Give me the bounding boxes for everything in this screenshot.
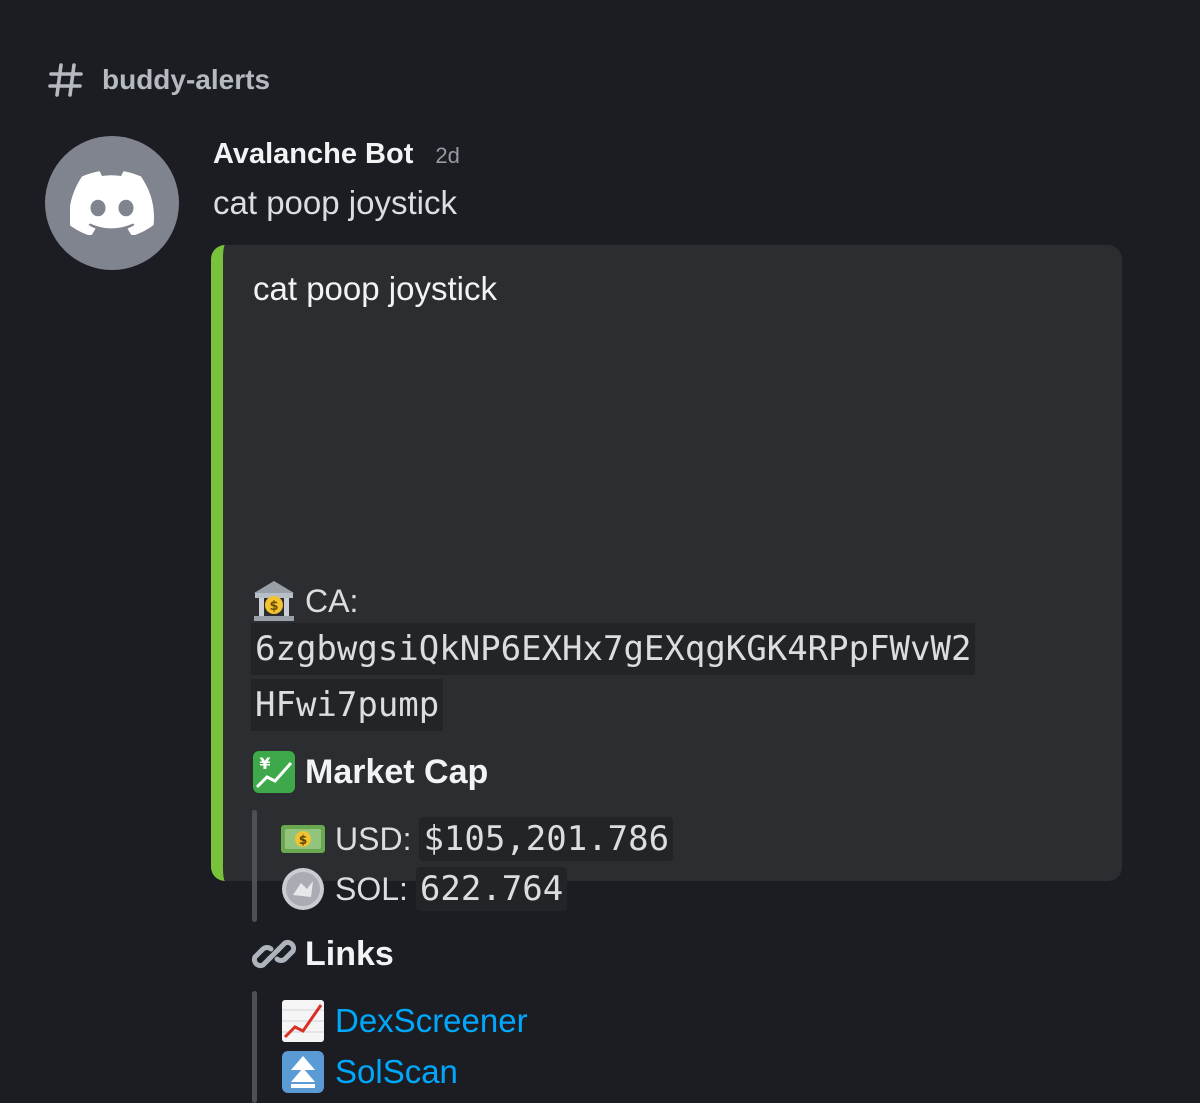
links-heading: Links [251,931,394,977]
chart-increasing-icon [282,1000,324,1042]
ca-row: $ CA: [251,578,358,624]
solscan-link[interactable]: SolScan [335,1053,458,1091]
double-up-arrow-icon [282,1051,324,1093]
market-cap-heading: ¥ Market Cap [251,749,488,795]
message-content: cat poop joystick [213,184,457,221]
solscan-row: SolScan [279,1048,458,1096]
svg-text:¥: ¥ [259,754,270,773]
sol-value: 622.764 [415,867,568,911]
link-icon [251,939,297,969]
yen-chart-icon: ¥ [253,751,295,793]
embed-body: cat poop joystick $ CA: 6zgbwgsiQkNP6EXH… [241,245,1122,1103]
links-quote-bar [252,991,257,1103]
embed-title: cat poop joystick [253,270,497,307]
dollar-banknote-icon: $ [281,825,325,853]
usd-value: $105,201.786 [419,817,674,861]
avatar[interactable] [45,136,179,270]
channel-header: buddy-alerts [48,58,270,102]
timestamp: 2d [435,143,460,168]
market-cap-title: Market Cap [305,752,489,791]
contract-address-line-1[interactable]: 6zgbwgsiQkNP6EXHx7gEXqgKGK4RPpFWvW2 [251,623,976,675]
author-name[interactable]: Avalanche Bot [213,138,413,171]
channel-name[interactable]: buddy-alerts [102,64,270,96]
bank-icon: $ [254,581,294,621]
contract-address-line-2[interactable]: HFwi7pump [251,679,444,731]
message-header: Avalanche Bot 2d [213,138,460,171]
ca-label: CA: [305,582,359,619]
discord-logo-icon [70,171,154,235]
dexscreener-row: DexScreener [279,997,528,1045]
hash-icon [48,63,83,97]
links-title: Links [305,934,394,973]
sol-label: SOL: [335,870,408,907]
svg-text:$: $ [299,833,307,847]
svg-text:$: $ [269,599,278,614]
usd-label: USD: [335,820,412,857]
market-cap-quote-bar [252,810,257,922]
embed-card: cat poop joystick $ CA: 6zgbwgsiQkNP6EXH… [211,245,1122,1103]
sol-row: SOL: 622.764 [279,865,568,913]
dexscreener-link[interactable]: DexScreener [335,1002,528,1040]
usd-row: $ USD: $105,201.786 [279,815,674,863]
coin-icon [282,868,324,910]
